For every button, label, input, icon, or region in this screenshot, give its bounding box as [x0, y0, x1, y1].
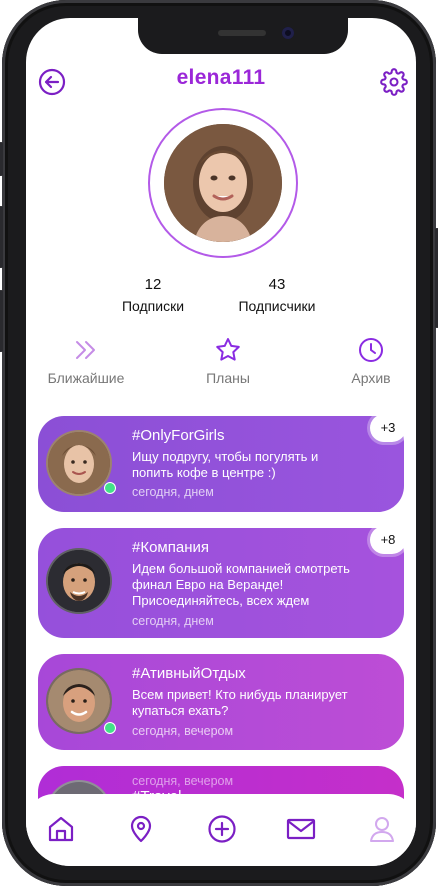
card-title: #Компания [132, 539, 209, 556]
avatar-portrait [48, 432, 110, 494]
plan-card[interactable]: #Компания Идем большой компанией смотрет… [38, 526, 406, 638]
settings-button[interactable] [380, 68, 408, 96]
tab-plans[interactable]: Планы [178, 336, 278, 386]
tab-archive-label: Архив [351, 370, 391, 386]
mail-icon [286, 818, 316, 840]
tab-plans-label: Планы [206, 370, 250, 386]
bottom-navigation [26, 794, 416, 866]
card-text: Всем привет! Кто нибудь планирует купать… [132, 687, 348, 718]
tab-nearby[interactable]: Ближайшие [36, 336, 136, 386]
card-avatar[interactable] [46, 430, 112, 496]
plus-circle-icon [208, 815, 236, 843]
card-title: #АтивныйОтдых [132, 665, 246, 682]
nav-map-button[interactable] [126, 814, 156, 844]
volume-up-button [0, 206, 3, 268]
nav-add-button[interactable] [207, 814, 237, 844]
card-time: сегодня, вечером [132, 724, 234, 738]
card-text: Идем большой компанией смотреть финал Ев… [132, 561, 350, 608]
card-time: сегодня, днем [132, 614, 214, 628]
front-camera [282, 27, 294, 39]
phone-frame: elena111 12 Подписки 43 Подписчики Ближа… [0, 0, 438, 886]
speaker [218, 30, 266, 36]
phone-screen: elena111 12 Подписки 43 Подписчики Ближа… [26, 18, 416, 866]
following-label: Подписки [121, 298, 185, 314]
clock-icon [359, 338, 383, 362]
nav-home-button[interactable] [46, 814, 76, 844]
plan-card[interactable]: #АтивныйОтдых Всем привет! Кто нибудь пл… [38, 654, 404, 750]
online-indicator [104, 482, 116, 494]
card-title: #OnlyForGirls [132, 427, 225, 444]
volume-down-button [0, 290, 3, 352]
tab-archive[interactable]: Архив [321, 336, 416, 386]
followers-count: 43 [268, 276, 286, 293]
tab-nearby-label: Ближайшие [47, 370, 125, 386]
participants-badge[interactable]: +3 [370, 414, 406, 442]
notch [138, 18, 348, 54]
nav-messages-button[interactable] [286, 814, 316, 844]
card-time: сегодня, днем [132, 485, 214, 499]
card-time: сегодня, вечером [132, 774, 234, 788]
home-icon [48, 816, 74, 842]
card-avatar[interactable] [46, 668, 112, 734]
gear-icon [380, 68, 408, 96]
star-icon [216, 338, 240, 361]
plan-card[interactable]: #OnlyForGirls Ищу подругу, чтобы погулят… [38, 414, 406, 512]
double-chevron-right-icon [76, 341, 95, 359]
following-count: 12 [144, 276, 162, 293]
avatar-portrait [164, 124, 282, 242]
map-pin-icon [130, 815, 152, 843]
profile-avatar[interactable] [164, 124, 282, 242]
profile-icon [370, 817, 394, 842]
avatar-portrait [48, 550, 110, 612]
followers-label: Подписчики [238, 298, 316, 314]
mute-switch [0, 142, 3, 176]
participants-badge[interactable]: +8 [370, 526, 406, 554]
card-text: Ищу подругу, чтобы погулять и попить коф… [132, 449, 319, 480]
nav-profile-button[interactable] [367, 814, 397, 844]
avatar-portrait [48, 670, 110, 732]
online-indicator [104, 722, 116, 734]
following-stat[interactable]: 12 Подписки [98, 276, 208, 314]
profile-username: elena111 [176, 66, 266, 89]
followers-stat[interactable]: 43 Подписчики [222, 276, 332, 314]
card-avatar[interactable] [46, 548, 112, 614]
